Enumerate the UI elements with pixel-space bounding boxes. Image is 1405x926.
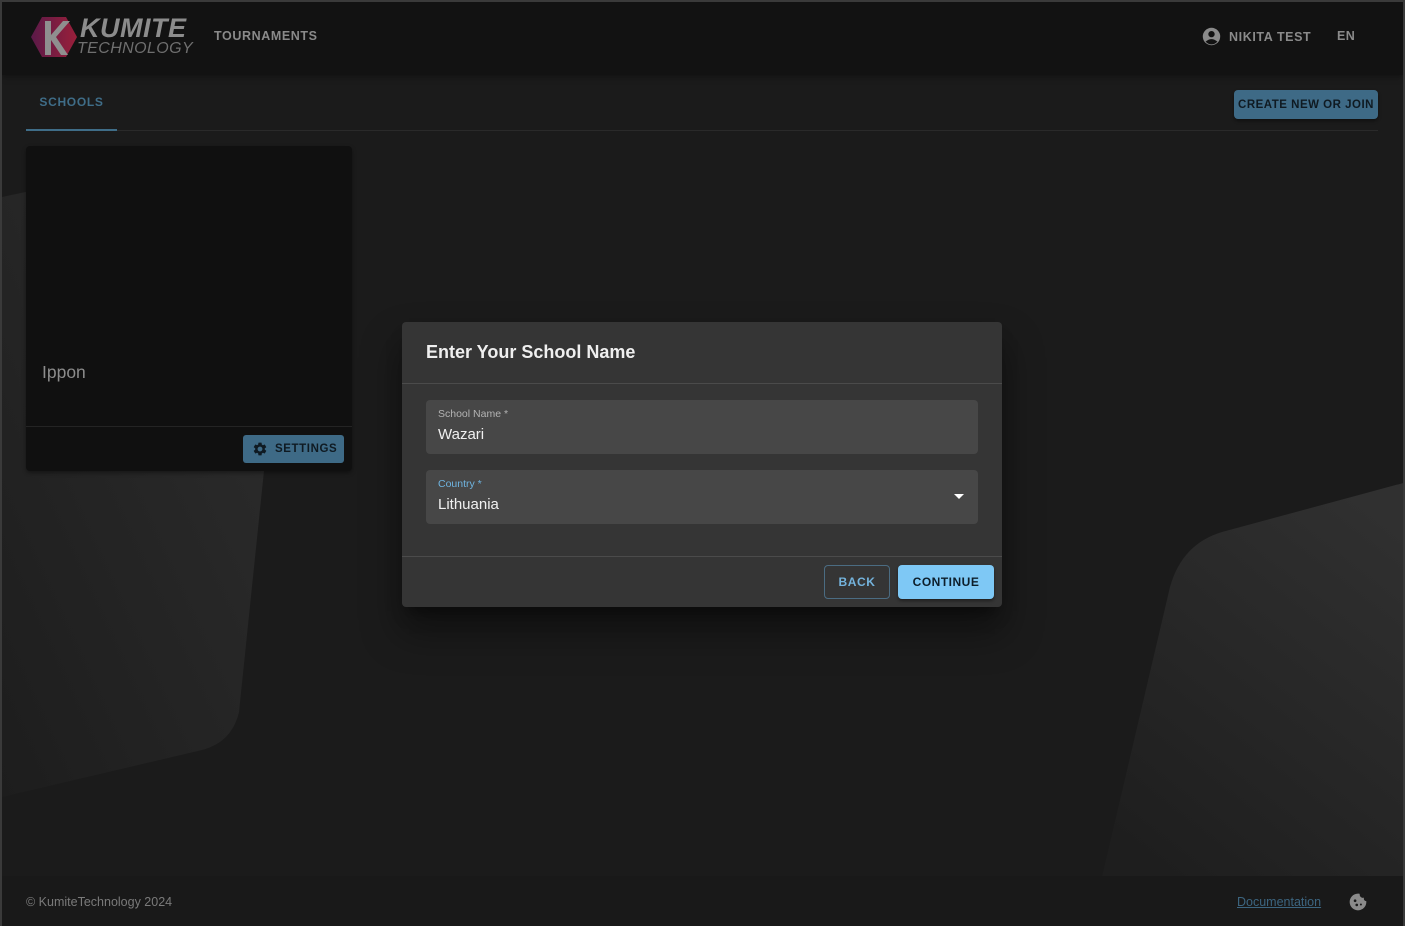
country-select[interactable]: Country * Lithuania	[426, 470, 978, 524]
school-name-label: School Name *	[438, 408, 509, 420]
dialog-title: Enter Your School Name	[426, 342, 636, 362]
dialog-divider-bottom	[402, 556, 1002, 557]
school-name-dialog: Enter Your School Name School Name * Waz…	[402, 322, 1002, 607]
app-window: KUMITE TECHNOLOGY TOURNAMENTS NIKITA TES…	[2, 2, 1403, 926]
school-name-field[interactable]: School Name * Wazari	[426, 400, 978, 454]
country-value: Lithuania	[438, 496, 499, 513]
country-label: Country *	[438, 478, 482, 490]
back-button[interactable]: BACK	[824, 565, 890, 599]
continue-button[interactable]: CONTINUE	[898, 565, 994, 599]
school-name-input[interactable]: Wazari	[438, 426, 484, 443]
dropdown-arrow-icon[interactable]	[954, 494, 964, 499]
dialog-divider-top	[402, 383, 1002, 384]
